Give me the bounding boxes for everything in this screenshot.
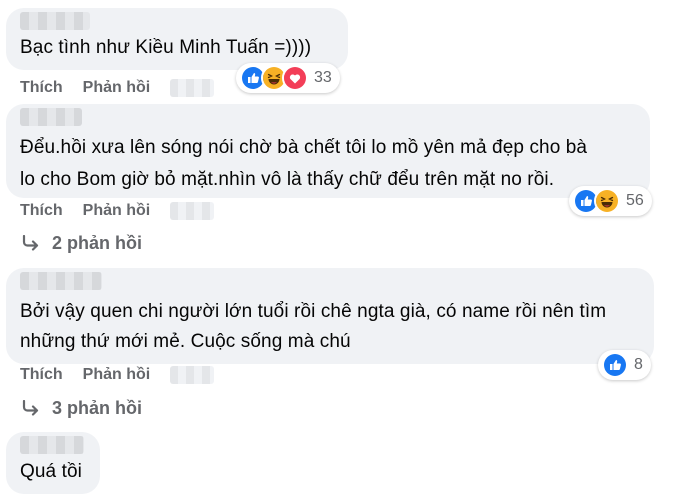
timestamp-blurred[interactable] <box>170 79 215 97</box>
view-replies-link[interactable]: 2 phản hồi <box>22 232 142 254</box>
like-icon <box>602 352 628 378</box>
reply-arrow-icon <box>22 400 40 416</box>
reply-button[interactable]: Phản hồi <box>83 202 151 220</box>
comment-bubble-4: Quá tồi <box>6 432 100 494</box>
like-button[interactable]: Thích <box>20 79 63 97</box>
comment-text-line-1: Đểu.hồi xưa lên sóng nói chờ bà chết tôi… <box>20 137 588 158</box>
replies-label: 3 phản hồi <box>52 397 142 418</box>
reaction-summary[interactable]: 33 <box>236 63 340 93</box>
commenter-name-blurred[interactable] <box>20 108 82 126</box>
reaction-count: 56 <box>626 192 644 209</box>
reaction-count: 33 <box>314 69 332 86</box>
reaction-summary[interactable]: 56 <box>569 186 652 216</box>
love-icon <box>282 65 308 91</box>
comment-text: Bạc tình như Kiều Minh Tuấn =)))) <box>20 37 312 58</box>
comment-bubble-1: Bạc tình như Kiều Minh Tuấn =)))) <box>6 8 348 70</box>
replies-label: 2 phản hồi <box>52 232 142 253</box>
comment-actions: Thích Phản hồi <box>20 78 215 98</box>
view-replies-link[interactable]: 3 phản hồi <box>22 397 142 419</box>
like-button[interactable]: Thích <box>20 202 63 220</box>
reaction-count: 8 <box>634 356 643 373</box>
commenter-name-blurred[interactable] <box>20 12 90 30</box>
haha-icon <box>594 188 620 214</box>
reply-arrow-icon <box>22 235 40 251</box>
timestamp-blurred[interactable] <box>170 366 215 384</box>
comment-bubble-2: Đểu.hồi xưa lên sóng nói chờ bà chết tôi… <box>6 104 650 198</box>
reaction-summary[interactable]: 8 <box>598 350 651 380</box>
comment-bubble-3: Bởi vậy quen chi người lớn tuổi rồi chê … <box>6 268 654 364</box>
timestamp-blurred[interactable] <box>170 202 215 220</box>
comment-text-line-2: lo cho Bom giờ bỏ mặt.nhìn vô là thấy ch… <box>20 169 555 190</box>
comment-actions: Thích Phản hồi <box>20 201 215 221</box>
comment-text-line-2: những thứ mới mẻ. Cuộc sống mà chú <box>20 331 351 352</box>
comment-actions: Thích Phản hồi <box>20 365 215 385</box>
like-button[interactable]: Thích <box>20 366 63 384</box>
commenter-name-blurred[interactable] <box>20 272 102 290</box>
reply-button[interactable]: Phản hồi <box>83 79 151 97</box>
comment-text-line-1: Bởi vậy quen chi người lớn tuổi rồi chê … <box>20 301 607 322</box>
comment-text: Quá tồi <box>20 461 82 482</box>
reply-button[interactable]: Phản hồi <box>83 366 151 384</box>
commenter-name-blurred[interactable] <box>20 436 84 454</box>
